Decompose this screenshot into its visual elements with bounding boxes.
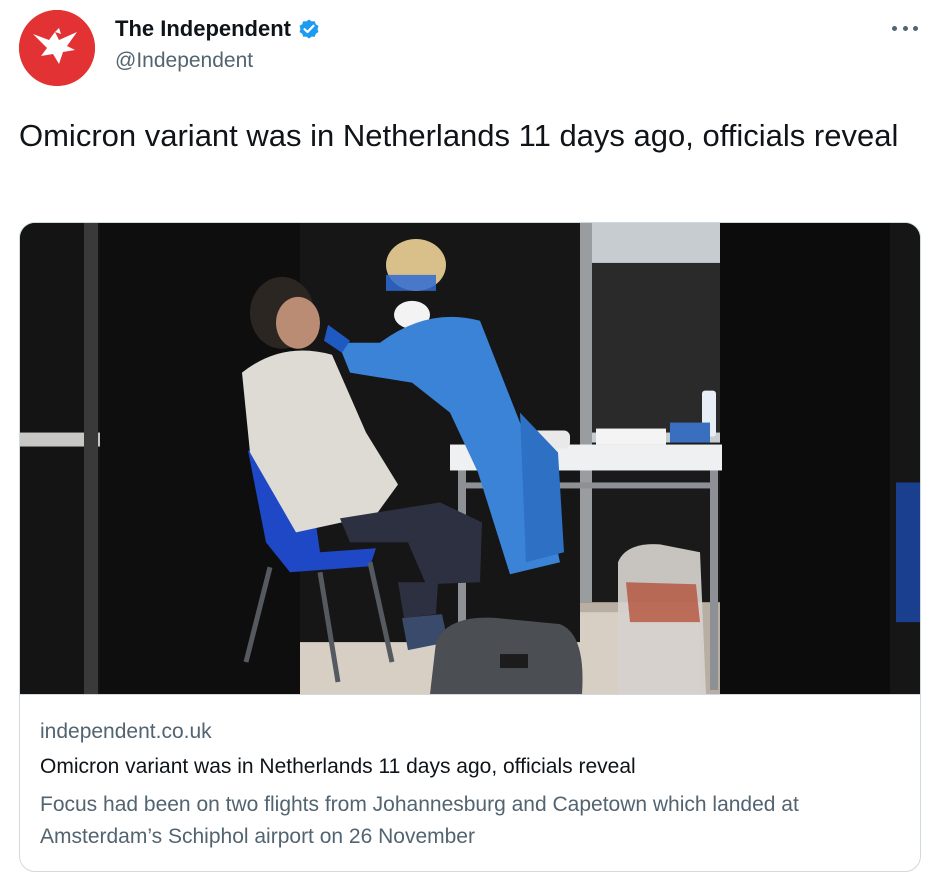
verified-badge-icon — [297, 17, 321, 41]
card-description: Focus had been on two flights from Johan… — [40, 793, 799, 848]
link-card[interactable]: independent.co.uk Omicron variant was in… — [19, 222, 921, 872]
card-domain: independent.co.uk — [40, 720, 212, 743]
card-image[interactable] — [20, 223, 920, 695]
handle[interactable]: @Independent — [115, 49, 253, 73]
avatar[interactable] — [19, 10, 95, 86]
more-horizontal-icon[interactable] — [892, 18, 918, 38]
card-title: Omicron variant was in Netherlands 11 da… — [40, 755, 636, 778]
dot — [892, 25, 897, 31]
dot — [913, 25, 918, 31]
tweet-text: Omicron variant was in Netherlands 11 da… — [19, 118, 899, 153]
author-name-row[interactable]: The Independent — [115, 16, 321, 42]
display-name[interactable]: The Independent — [115, 16, 291, 42]
eagle-logo-icon — [19, 10, 95, 86]
dot — [902, 25, 908, 31]
